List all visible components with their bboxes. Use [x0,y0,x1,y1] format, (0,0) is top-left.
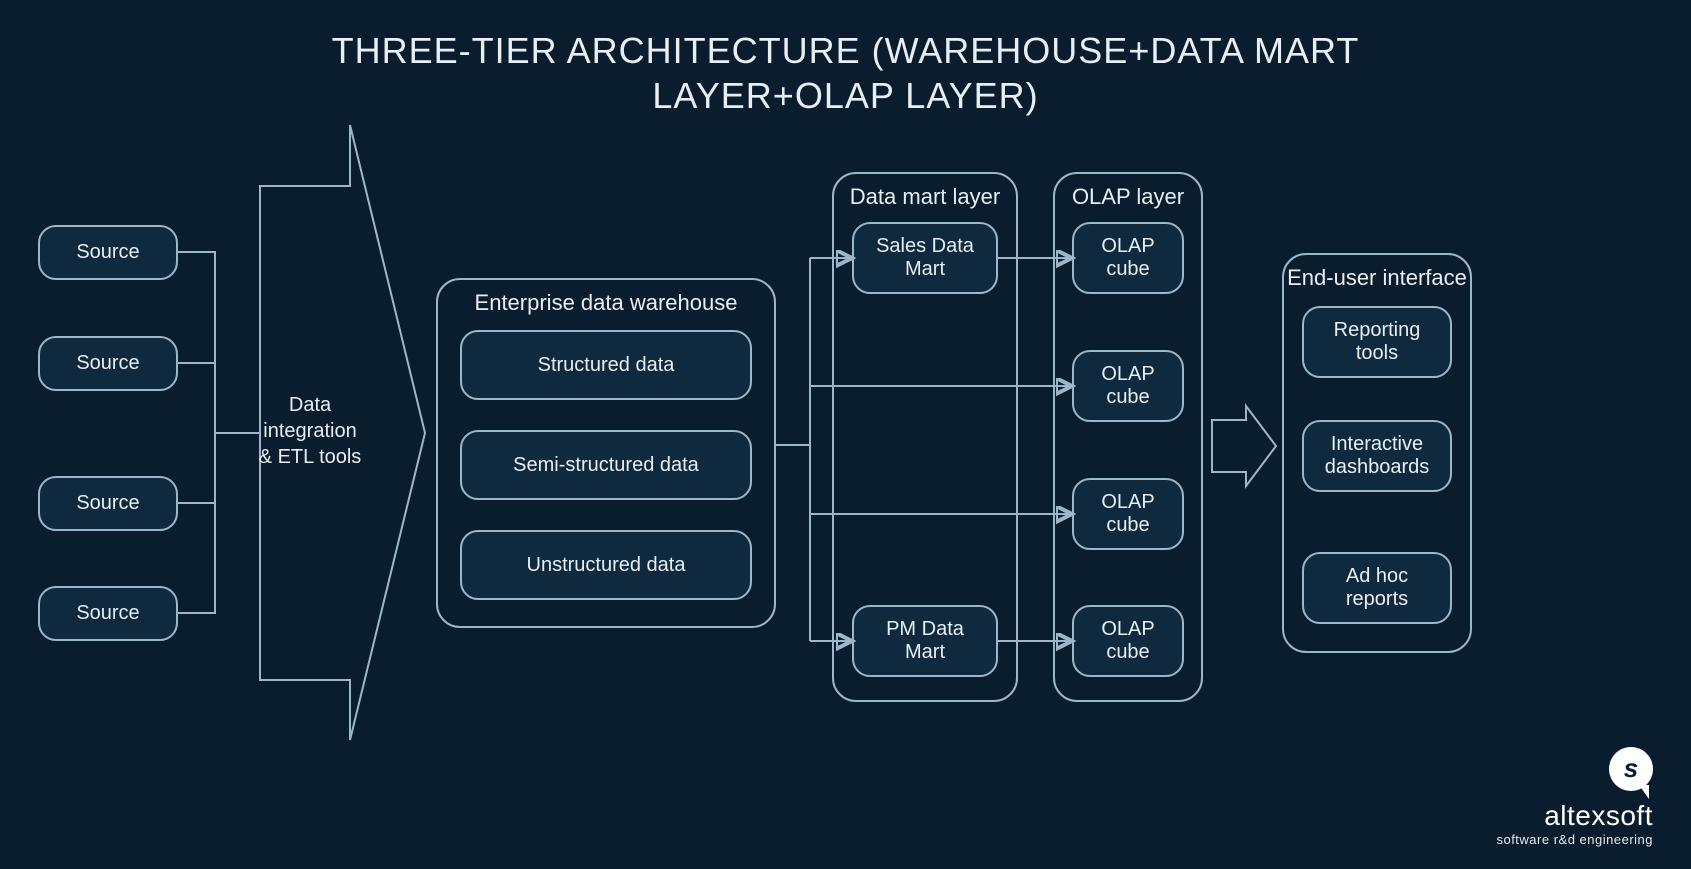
etl-label: Data integration & ETL tools [255,392,365,470]
enduser-dashboards: Interactive dashboards [1302,420,1452,492]
diagram-canvas: Source Source Source Source Data integra… [0,0,1691,869]
warehouse-title: Enterprise data warehouse [438,290,774,316]
warehouse-unstructured: Unstructured data [460,530,752,600]
logo-brand: altexsoft [1496,800,1653,832]
olap-cube-2: OLAP cube [1072,350,1184,422]
warehouse-semi-structured: Semi-structured data [460,430,752,500]
source-box-4: Source [38,586,178,641]
olap-cube-3: OLAP cube [1072,478,1184,550]
logo-tagline: software r&d engineering [1496,832,1653,847]
logo-mark-icon: s [1609,747,1653,791]
brand-logo: s altexsoft software r&d engineering [1496,747,1653,847]
datamart-sales: Sales Data Mart [852,222,998,294]
datamart-title: Data mart layer [834,184,1016,210]
enduser-title: End-user interface [1284,265,1470,291]
datamart-pm: PM Data Mart [852,605,998,677]
source-box-1: Source [38,225,178,280]
olap-title: OLAP layer [1055,184,1201,210]
warehouse-structured: Structured data [460,330,752,400]
source-box-3: Source [38,476,178,531]
enduser-reporting: Reporting tools [1302,306,1452,378]
source-box-2: Source [38,336,178,391]
olap-cube-4: OLAP cube [1072,605,1184,677]
olap-cube-1: OLAP cube [1072,222,1184,294]
enduser-adhoc: Ad hoc reports [1302,552,1452,624]
